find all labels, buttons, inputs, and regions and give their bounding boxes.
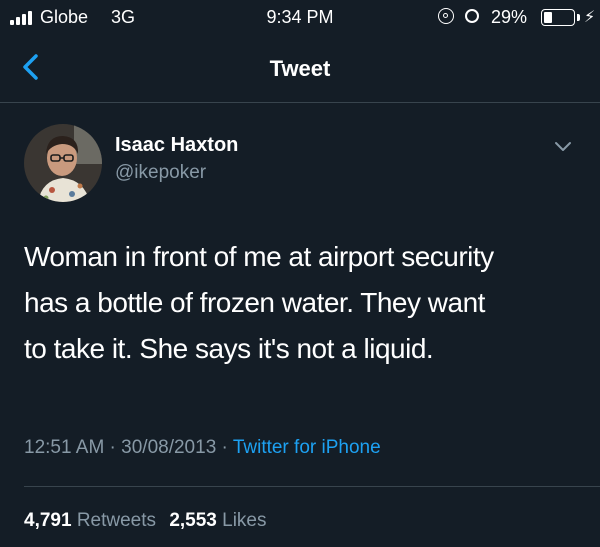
tweet-source-link[interactable]: Twitter for iPhone bbox=[233, 437, 381, 458]
retweets-label: Retweets bbox=[76, 510, 157, 531]
likes-stat[interactable]: 2,553 Likes bbox=[169, 510, 266, 531]
tweet-timestamp: 12:51 AM · 30/08/2013 · bbox=[24, 437, 228, 458]
author-handle[interactable]: @ikepoker bbox=[115, 162, 206, 184]
tweet-stats: 4,791 Retweets 2,553 Likes bbox=[24, 510, 267, 532]
tweet-meta: 12:51 AM · 30/08/2013 · Twitter for iPho… bbox=[24, 437, 381, 459]
alarm-icon bbox=[465, 9, 479, 23]
charging-icon: ⚡︎ bbox=[584, 9, 596, 26]
status-bar: Globe 3G 9:34 PM 29% ⚡︎ bbox=[0, 0, 600, 34]
likes-count: 2,553 bbox=[169, 510, 217, 531]
divider bbox=[24, 486, 600, 487]
nav-bar: Tweet bbox=[0, 34, 600, 103]
retweets-count: 4,791 bbox=[24, 510, 72, 531]
retweets-stat[interactable]: 4,791 Retweets bbox=[24, 510, 161, 531]
tweet-text-line: to take it. She says it's not a liquid. bbox=[24, 333, 434, 364]
avatar[interactable] bbox=[24, 124, 102, 202]
tweet-text-line: Woman in front of me at airport security bbox=[24, 241, 494, 272]
battery-percent: 29% bbox=[491, 7, 528, 27]
battery-level bbox=[544, 12, 553, 23]
orientation-lock-icon bbox=[438, 8, 454, 24]
tweet-text-line: has a bottle of frozen water. They want bbox=[24, 287, 485, 318]
battery-nub bbox=[577, 14, 580, 21]
page-title: Tweet bbox=[269, 56, 331, 81]
chevron-down-icon[interactable] bbox=[553, 140, 573, 154]
author-display-name[interactable]: Isaac Haxton bbox=[115, 134, 238, 157]
likes-label: Likes bbox=[222, 510, 267, 531]
tweet-text: Woman in front of me at airport security… bbox=[24, 234, 584, 372]
battery-icon bbox=[541, 9, 575, 26]
